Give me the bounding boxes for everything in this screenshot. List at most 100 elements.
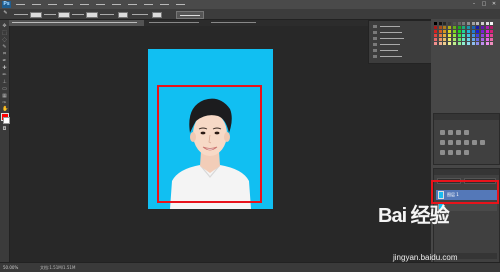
color-swatch[interactable] <box>462 26 466 29</box>
color-swatch[interactable] <box>490 34 494 37</box>
curves-icon[interactable] <box>456 130 461 135</box>
color-swatch[interactable] <box>434 26 437 29</box>
quick-mask-icon[interactable]: ◘ <box>2 127 7 132</box>
move-tool-icon[interactable]: ✥ <box>2 24 7 29</box>
color-swatch[interactable] <box>485 38 489 41</box>
color-swatch[interactable] <box>462 22 466 25</box>
color-swatch[interactable] <box>490 42 494 45</box>
color-swatch[interactable] <box>452 34 456 37</box>
hue-saturation-icon[interactable] <box>448 140 453 145</box>
color-swatch[interactable] <box>481 38 484 41</box>
color-swatch[interactable] <box>476 26 480 29</box>
close-icon[interactable]: ✕ <box>490 1 498 8</box>
history-row[interactable] <box>372 36 428 41</box>
color-swatch[interactable] <box>466 26 470 29</box>
color-swatch[interactable] <box>457 42 461 45</box>
history-row[interactable] <box>372 48 428 53</box>
color-swatch[interactable] <box>448 42 452 45</box>
option-field-5[interactable] <box>152 12 162 18</box>
menu-item-select[interactable] <box>94 1 108 8</box>
color-swatch[interactable] <box>452 26 456 29</box>
color-swatch[interactable] <box>462 30 466 33</box>
menu-item-type[interactable] <box>78 1 92 8</box>
eraser-tool-icon[interactable]: ▭ <box>2 87 7 92</box>
color-swatch[interactable] <box>452 42 456 45</box>
color-swatch[interactable] <box>448 30 452 33</box>
color-swatch[interactable] <box>443 30 447 33</box>
color-swatch[interactable] <box>462 34 466 37</box>
brightness-icon[interactable] <box>440 130 445 135</box>
color-swatch[interactable] <box>466 42 470 45</box>
color-swatch[interactable] <box>476 34 480 37</box>
brush-tool-icon[interactable]: ✏ <box>2 73 7 78</box>
color-swatch[interactable] <box>490 26 494 29</box>
color-swatch[interactable] <box>476 42 480 45</box>
option-field-2[interactable] <box>58 12 70 18</box>
color-swatch[interactable] <box>485 42 489 45</box>
history-row[interactable] <box>372 54 428 59</box>
gradient-tool-icon[interactable]: ▦ <box>2 94 7 99</box>
minimize-icon[interactable]: – <box>470 1 478 8</box>
color-swatch[interactable] <box>485 34 489 37</box>
marquee-tool-icon[interactable]: ⬚ <box>2 31 7 36</box>
posterize-icon[interactable] <box>448 150 453 155</box>
zoom-level[interactable]: 50.00% <box>3 264 18 271</box>
color-swatch[interactable] <box>448 34 452 37</box>
color-swatch[interactable] <box>462 38 466 41</box>
color-swatch[interactable] <box>443 38 447 41</box>
color-swatch[interactable] <box>438 26 442 29</box>
crop-tool-icon[interactable]: ⌗ <box>2 52 7 57</box>
background-color-swatch[interactable] <box>3 117 10 124</box>
color-swatch[interactable] <box>434 34 437 37</box>
color-swatch[interactable] <box>471 42 475 45</box>
color-swatch[interactable] <box>438 38 442 41</box>
color-swatch[interactable] <box>471 34 475 37</box>
gradient-map-icon[interactable] <box>464 150 469 155</box>
color-swatch[interactable] <box>481 30 484 33</box>
color-swatch[interactable] <box>457 38 461 41</box>
menu-item-layer[interactable] <box>62 1 76 8</box>
hand-tool-icon[interactable]: ✋ <box>2 107 8 112</box>
color-swatch[interactable] <box>434 22 437 25</box>
menu-item-file[interactable] <box>14 1 28 8</box>
color-swatch[interactable] <box>448 26 452 29</box>
color-swatch[interactable] <box>457 26 461 29</box>
color-swatch[interactable] <box>485 30 489 33</box>
menu-item-window[interactable] <box>158 1 172 8</box>
history-row[interactable] <box>372 30 428 35</box>
threshold-icon[interactable] <box>456 150 461 155</box>
clone-stamp-tool-icon[interactable]: ⊥ <box>2 80 7 85</box>
menu-item-edit[interactable] <box>30 1 44 8</box>
color-swatch[interactable] <box>481 34 484 37</box>
color-swatch[interactable] <box>466 22 470 25</box>
color-swatch[interactable] <box>443 22 447 25</box>
color-swatch[interactable] <box>448 22 452 25</box>
color-swatch[interactable] <box>438 42 442 45</box>
color-swatch[interactable] <box>466 34 470 37</box>
color-swatch[interactable] <box>490 38 494 41</box>
color-swatch[interactable] <box>476 30 480 33</box>
history-row[interactable] <box>372 42 428 47</box>
color-swatch[interactable] <box>434 42 437 45</box>
color-swatch[interactable] <box>481 22 484 25</box>
color-swatch[interactable] <box>471 38 475 41</box>
lasso-tool-icon[interactable]: ◌ <box>2 38 7 43</box>
color-swatch[interactable] <box>462 42 466 45</box>
option-size-field[interactable] <box>30 12 42 18</box>
adjust-edge-button[interactable] <box>176 11 204 19</box>
color-swatch[interactable] <box>466 30 470 33</box>
menu-item-help[interactable] <box>174 1 188 8</box>
color-swatch[interactable] <box>452 38 456 41</box>
color-swatch[interactable] <box>452 30 456 33</box>
color-swatch[interactable] <box>448 38 452 41</box>
document-tab-3[interactable] <box>208 20 263 26</box>
levels-icon[interactable] <box>448 130 453 135</box>
color-swatch[interactable] <box>476 22 480 25</box>
color-swatch[interactable] <box>476 38 480 41</box>
color-balance-icon[interactable] <box>456 140 461 145</box>
menu-item-filter[interactable] <box>110 1 124 8</box>
color-swatch[interactable] <box>457 30 461 33</box>
vibrance-icon[interactable] <box>440 140 445 145</box>
healing-brush-tool-icon[interactable]: ✚ <box>2 66 7 71</box>
menu-item-3d[interactable] <box>126 1 140 8</box>
